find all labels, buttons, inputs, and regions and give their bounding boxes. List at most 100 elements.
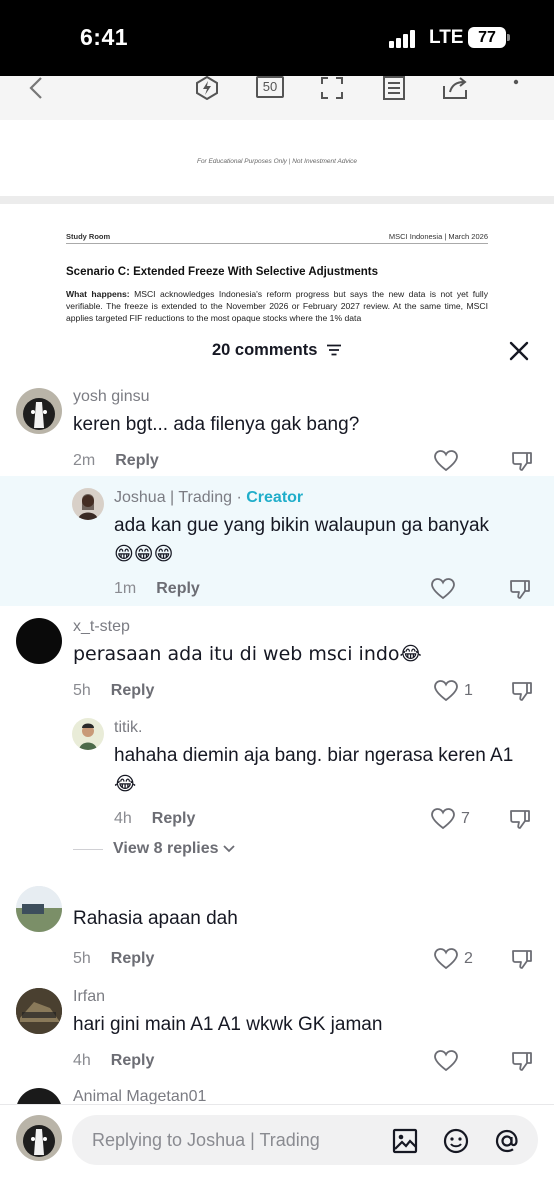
close-icon[interactable] [508,340,530,362]
like-button[interactable]: 2 [434,948,473,970]
network-label: LTE [429,27,464,48]
comment-meta: 4h Reply [73,1052,154,1070]
heart-icon [431,578,455,600]
comment-time: 5h [73,682,91,699]
comment-time: 2m [73,452,96,469]
page-header-left: Study Room [66,232,111,241]
avatar[interactable] [16,988,62,1034]
creator-badge: Creator [246,489,304,506]
heart-icon [434,680,458,702]
comment-text: hahaha diemin aja bang. biar ngerasa ker… [114,741,542,799]
reply-button[interactable]: Reply [152,810,196,827]
comment-input[interactable] [92,1115,382,1165]
reply-button[interactable]: Reply [156,580,200,597]
signal-icon [389,30,419,48]
comment-count: 20 comments [211,341,318,359]
avatar[interactable] [72,488,104,520]
page-header-right: MSCI Indonesia | March 2026 [388,232,488,241]
comments-sheet: 20 comments yosh ginsu keren bgt... ada … [0,326,554,1200]
comment-meta: 5h Reply [73,950,154,968]
reply-username[interactable]: Joshua | Trading [114,489,232,506]
view-replies-button[interactable]: View 8 replies [73,840,236,858]
like-button[interactable] [434,450,464,472]
comment-meta: 4h Reply [114,810,195,828]
reply-button[interactable]: Reply [115,452,159,469]
like-button[interactable]: 7 [431,808,470,830]
avatar[interactable] [16,618,62,664]
like-count: 7 [461,810,470,827]
paragraph-text: MSCI acknowledges Indonesia's reform pro… [66,289,489,323]
status-bar: 6:41 LTE 77 [0,0,554,76]
flash-icon[interactable] [194,76,220,100]
comment-emojis: 😂 [114,773,137,795]
heart-icon [431,808,455,830]
reply-button[interactable]: Reply [111,682,155,699]
dislike-icon[interactable] [511,948,533,970]
comment-text: perasaan ada itu di web msci indo😂 [73,640,422,669]
document-paragraph: What happens: MSCI acknowledges Indonesi… [66,288,488,324]
comment-time: 4h [114,810,132,827]
document-heading: Scenario C: Extended Freeze With Selecti… [66,266,378,278]
like-button[interactable]: 1 [434,680,473,702]
fullscreen-icon[interactable] [320,76,344,100]
paragraph-label: What happens: [66,289,130,299]
heart-icon [434,1050,458,1072]
image-icon[interactable] [392,1128,418,1154]
comment-text: ada kan gue yang bikin walaupun ga banya… [114,511,534,569]
my-avatar[interactable] [16,1115,62,1161]
comment-text: hari gini main A1 A1 wkwk GK jaman [73,1014,383,1035]
dislike-icon[interactable] [509,808,531,830]
comment-text: Rahasia apaan dah [73,908,238,929]
more-icon[interactable] [512,76,520,100]
comment-username[interactable]: x_t-step [73,618,130,636]
like-count: 1 [464,682,473,699]
avatar[interactable] [16,388,62,434]
view-replies-label: View 8 replies [113,840,219,857]
dislike-icon[interactable] [511,1050,533,1072]
share-icon[interactable] [442,76,470,100]
sheet-header: 20 comments [0,326,554,376]
comment-username: Joshua | Trading · Creator [114,489,304,506]
reply-button[interactable]: Reply [111,1052,155,1069]
reply-button[interactable]: Reply [111,950,155,967]
comment-username[interactable]: yosh ginsu [73,388,150,406]
document-viewer: 50 For Educational Purposes Only | Not I… [0,76,554,326]
comment-input-container [72,1115,538,1165]
emoji-icon[interactable] [443,1128,469,1154]
comment-text: keren bgt... ada filenya gak bang? [73,414,360,435]
divider [73,848,103,850]
like-count: 2 [464,950,473,967]
sort-icon[interactable] [326,344,342,356]
document-page: Study Room MSCI Indonesia | March 2026 S… [0,204,554,326]
back-icon[interactable] [26,76,48,100]
avatar[interactable] [16,886,62,932]
avatar[interactable] [72,718,104,750]
comment-meta: 5h Reply [73,682,154,700]
dislike-icon[interactable] [511,450,533,472]
like-button[interactable] [431,578,461,600]
comment-text-body: ada kan gue yang bikin walaupun ga banya… [114,515,490,536]
dislike-icon[interactable] [509,578,531,600]
comment-time: 1m [114,580,137,597]
comment-time: 5h [73,950,91,967]
comment-input-bar [0,1104,554,1200]
comment-meta: 1m Reply [114,580,200,598]
page-count-icon[interactable]: 50 [256,76,284,98]
dislike-icon[interactable] [511,680,533,702]
comment-time: 4h [73,1052,91,1069]
comment-meta: 2m Reply [73,452,159,470]
sheet-title[interactable]: 20 comments [0,341,554,360]
comment-text-body: hahaha diemin aja bang. biar ngerasa ker… [114,745,514,766]
outline-icon[interactable] [382,76,406,100]
document-page: For Educational Purposes Only | Not Inve… [0,120,554,196]
page-header: Study Room MSCI Indonesia | March 2026 [66,232,488,244]
battery-icon: 77 [468,27,510,48]
mention-icon[interactable] [494,1128,520,1154]
chevron-down-icon [222,845,235,853]
comment-text-body: perasaan ada itu di web msci indo😂 [73,643,422,665]
like-button[interactable] [434,1050,464,1072]
comment-username[interactable]: Irfan [73,988,105,1006]
comment-username[interactable]: titik. [114,719,142,737]
comment-emojis: 😁😁😁 [114,543,174,565]
viewer-toolbar: 50 [0,76,554,120]
